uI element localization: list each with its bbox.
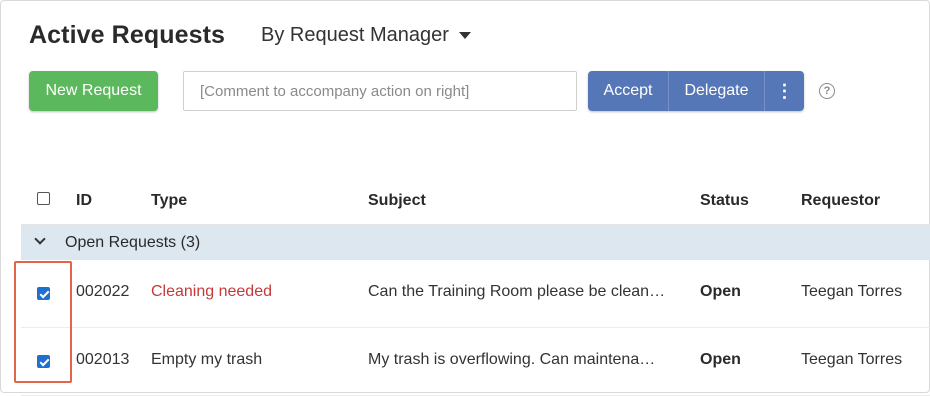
table-header-row: ID Type Subject Status Requestor: [21, 180, 930, 225]
column-header-requestor[interactable]: Requestor: [801, 192, 880, 210]
row-checkbox[interactable]: [37, 355, 50, 368]
cell-type[interactable]: Cleaning needed: [151, 283, 272, 301]
delegate-button[interactable]: Delegate: [669, 71, 765, 111]
comment-input[interactable]: [183, 71, 577, 111]
cell-status: Open: [700, 283, 741, 300]
cell-status: Open: [700, 351, 741, 368]
new-request-button[interactable]: New Request: [29, 71, 158, 111]
vertical-ellipsis-icon: ⋮: [775, 81, 794, 101]
column-header-id[interactable]: ID: [76, 192, 92, 210]
view-selector-label: By Request Manager: [261, 23, 449, 46]
row-checkbox[interactable]: [37, 287, 50, 300]
question-circle-icon[interactable]: ?: [819, 83, 835, 99]
action-button-group: Accept Delegate ⋮: [588, 71, 804, 111]
requests-table: ID Type Subject Status Requestor Open Re…: [21, 180, 930, 396]
cell-id: 002013: [76, 351, 130, 368]
caret-down-icon: [458, 31, 471, 39]
page-header: Active Requests By Request Manager: [29, 18, 471, 52]
group-row-open-requests[interactable]: Open Requests (3): [21, 225, 930, 260]
group-label: Open Requests (3): [65, 234, 201, 251]
table-row[interactable]: 002022 Cleaning needed Can the Training …: [21, 260, 930, 328]
page-title: Active Requests: [29, 20, 226, 49]
view-selector-dropdown[interactable]: By Request Manager: [261, 24, 471, 47]
accept-button[interactable]: Accept: [588, 71, 669, 111]
cell-id: 002022: [76, 283, 130, 300]
action-toolbar: New Request Accept Delegate ⋮ ?: [29, 71, 909, 111]
cell-subject: Can the Training Room please be clean…: [368, 283, 666, 300]
cell-requestor: Teegan Torres: [801, 283, 903, 300]
cell-requestor: Teegan Torres: [801, 351, 903, 368]
column-header-subject[interactable]: Subject: [368, 192, 426, 210]
cell-type[interactable]: Empty my trash: [151, 351, 262, 369]
column-header-type[interactable]: Type: [151, 192, 187, 210]
column-header-status[interactable]: Status: [700, 192, 749, 210]
table-row[interactable]: 002013 Empty my trash My trash is overfl…: [21, 328, 930, 396]
cell-subject: My trash is overflowing. Can maintena…: [368, 351, 656, 368]
chevron-down-icon[interactable]: [34, 233, 46, 245]
select-all-checkbox[interactable]: [37, 192, 50, 205]
more-actions-button[interactable]: ⋮: [765, 71, 804, 111]
